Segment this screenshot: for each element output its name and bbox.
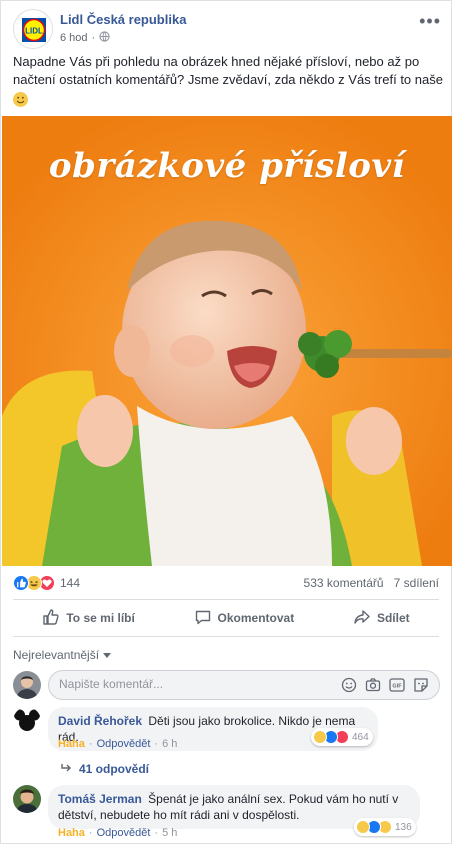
like-reaction-icon bbox=[13, 575, 29, 591]
share-button[interactable]: Sdílet bbox=[353, 608, 410, 629]
page-name[interactable]: Lidl Česká republika bbox=[60, 12, 186, 27]
comment-button[interactable]: Okomentovat bbox=[194, 608, 295, 629]
comment-label: Okomentovat bbox=[217, 611, 295, 625]
emoji-icon[interactable] bbox=[341, 677, 357, 693]
reaction-count: 144 bbox=[60, 576, 81, 590]
like-icon bbox=[42, 608, 60, 629]
comment-composer[interactable]: GIF bbox=[48, 670, 440, 700]
comment-reaction-link[interactable]: Haha bbox=[58, 827, 85, 839]
gif-icon[interactable]: GIF bbox=[389, 677, 405, 693]
like-label: To se mi líbí bbox=[66, 611, 135, 625]
engagement-counts: 533 komentářů 7 sdílení bbox=[304, 576, 439, 590]
more-icon[interactable]: ••• bbox=[419, 11, 441, 32]
facebook-post: LIDL Lidl Česká republika 6 hod · ••• Na… bbox=[0, 0, 452, 844]
camera-icon[interactable] bbox=[365, 677, 381, 693]
share-icon bbox=[353, 608, 371, 629]
share-label: Sdílet bbox=[376, 611, 410, 625]
image-caption: obrázkové přísloví bbox=[48, 146, 406, 186]
current-user-avatar[interactable] bbox=[13, 671, 41, 699]
logo-text: LIDL bbox=[25, 27, 43, 36]
comment-time[interactable]: 5 h bbox=[162, 827, 177, 839]
post-text: Napadne Vás při pohledu na obrázek hned … bbox=[13, 53, 443, 109]
comment-reaction-count: 136 bbox=[395, 821, 412, 833]
commenter-avatar[interactable] bbox=[13, 785, 41, 813]
comment-author[interactable]: David Řehořek bbox=[58, 714, 142, 728]
reaction-summary[interactable]: 144 bbox=[13, 575, 80, 591]
reply-link[interactable]: Odpovědět bbox=[97, 738, 151, 750]
comment-reaction-link[interactable]: Haha bbox=[58, 738, 85, 750]
haha-reaction-icon bbox=[356, 820, 370, 834]
comment-reactions[interactable]: 464 bbox=[311, 728, 373, 746]
page-avatar[interactable]: LIDL bbox=[13, 9, 53, 49]
composer-tools: GIF bbox=[341, 677, 429, 693]
sort-label: Nejrelevantnější bbox=[13, 648, 100, 662]
post-actions: To se mi líbí Okomentovat Sdílet bbox=[13, 599, 439, 637]
reply-link[interactable]: Odpovědět bbox=[97, 827, 151, 839]
haha-reaction-icon bbox=[313, 730, 327, 744]
reply-arrow-icon bbox=[61, 762, 73, 776]
post-stats: 144 533 komentářů 7 sdílení bbox=[13, 574, 439, 592]
sticker-icon[interactable] bbox=[413, 677, 429, 693]
post-header: LIDL Lidl Česká republika 6 hod · ••• bbox=[13, 9, 441, 51]
chevron-down-icon bbox=[103, 648, 112, 662]
like-button[interactable]: To se mi líbí bbox=[42, 608, 135, 629]
svg-text:GIF: GIF bbox=[392, 684, 402, 690]
commenter-avatar[interactable] bbox=[13, 707, 41, 735]
comment-time[interactable]: 6 h bbox=[162, 738, 177, 750]
post-meta: 6 hod · bbox=[60, 31, 110, 45]
comment-links: Haha · Odpovědět · 6 h bbox=[58, 738, 178, 750]
view-replies-link[interactable]: 41 odpovědí bbox=[61, 762, 149, 776]
shares-count[interactable]: 7 sdílení bbox=[394, 576, 439, 590]
comment-icon bbox=[194, 608, 212, 629]
smile-emoji-icon bbox=[13, 92, 28, 107]
post-image[interactable]: obrázkové přísloví bbox=[2, 116, 452, 566]
post-time[interactable]: 6 hod bbox=[60, 32, 88, 44]
post-body: Napadne Vás při pohledu na obrázek hned … bbox=[13, 54, 443, 87]
comment-author[interactable]: Tomáš Jerman bbox=[58, 792, 142, 806]
comment-reactions[interactable]: 136 bbox=[354, 818, 416, 836]
replies-count: 41 odpovědí bbox=[79, 762, 150, 776]
comments-count[interactable]: 533 komentářů bbox=[304, 576, 384, 590]
comment-input[interactable] bbox=[59, 677, 319, 691]
comment-sort-dropdown[interactable]: Nejrelevantnější bbox=[13, 648, 112, 662]
comment-reaction-count: 464 bbox=[352, 731, 369, 743]
globe-icon bbox=[99, 31, 110, 45]
comment-links: Haha · Odpovědět · 5 h bbox=[58, 827, 178, 839]
